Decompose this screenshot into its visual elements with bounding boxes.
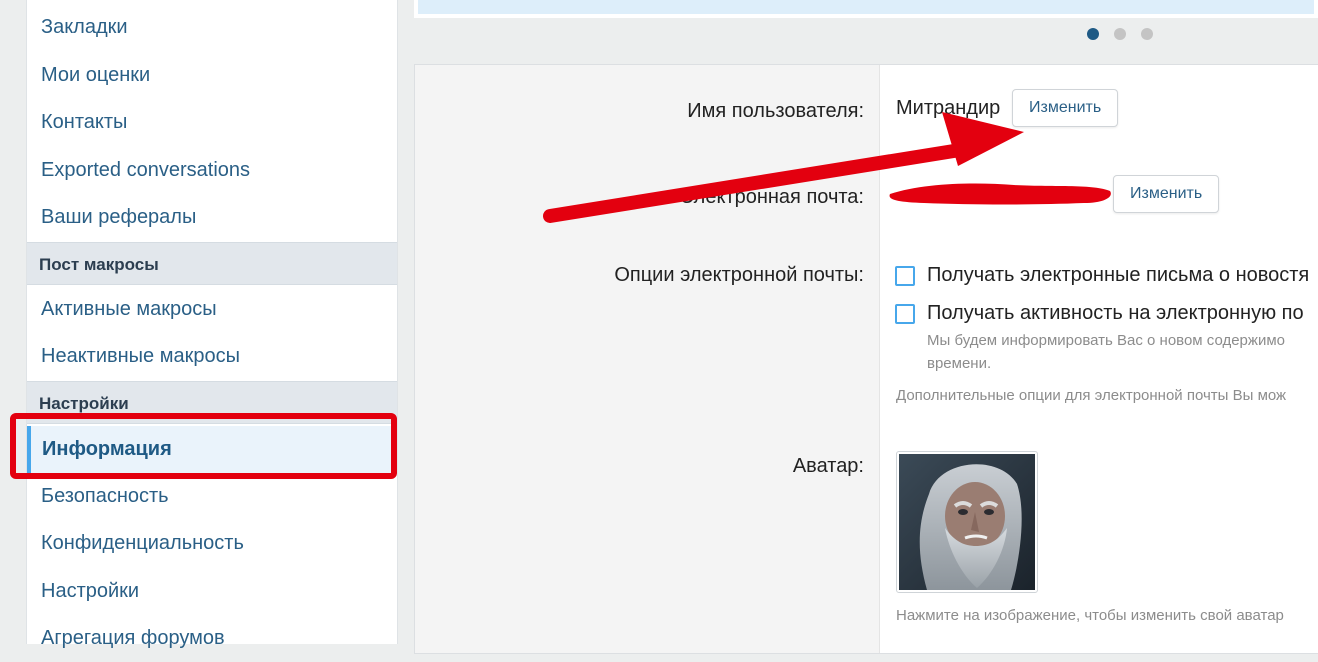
sidebar-item-my-ratings[interactable]: Мои оценки [27, 52, 397, 99]
activity-emails-hint-line1: Мы будем информировать Вас о новом содер… [927, 332, 1285, 349]
news-emails-label[interactable]: Получать электронные письма о новостя [927, 264, 1309, 287]
sidebar: Закладки Мои оценки Контакты Exported co… [26, 0, 398, 649]
account-details-panel [414, 64, 1318, 654]
carousel-dot-1[interactable] [1087, 28, 1099, 40]
username-value: Митрандир [896, 97, 1001, 119]
sidebar-item-contacts[interactable]: Контакты [27, 99, 397, 146]
form-label-column [415, 65, 880, 653]
carousel-dot-3[interactable] [1141, 28, 1153, 40]
change-email-button[interactable]: Изменить [1113, 175, 1220, 213]
username-label: Имя пользователя: [687, 100, 864, 122]
sidebar-item-exported-conversations[interactable]: Exported conversations [27, 147, 397, 194]
activity-emails-checkbox[interactable] [895, 304, 915, 324]
avatar-hint: Нажмите на изображение, чтобы изменить с… [896, 607, 1284, 624]
sidebar-item-forum-aggregation[interactable]: Агрегация форумов [27, 615, 397, 662]
carousel-dot-2[interactable] [1114, 28, 1126, 40]
sidebar-item-referrals[interactable]: Ваши рефералы [27, 194, 397, 241]
sidebar-item-privacy[interactable]: Конфиденциальность [27, 520, 397, 567]
activity-emails-label[interactable]: Получать активность на электронную по [927, 302, 1304, 325]
email-options-label: Опции электронной почты: [614, 264, 864, 286]
change-username-button[interactable]: Изменить [1012, 89, 1119, 127]
sidebar-item-active-macros[interactable]: Активные макросы [27, 286, 397, 333]
sidebar-item-information[interactable]: Информация [27, 426, 397, 473]
avatar-image [899, 454, 1035, 590]
email-options-extra-hint: Дополнительные опции для электронной поч… [896, 387, 1287, 404]
sidebar-item-bookmarks[interactable]: Закладки [27, 4, 397, 51]
carousel-slide [414, 0, 1318, 18]
sidebar-section-macros-header: Пост макросы [27, 242, 397, 285]
sidebar-section-settings-header: Настройки [27, 381, 397, 424]
activity-emails-hint-line2: времени. [927, 355, 992, 372]
avatar-label: Аватар: [792, 455, 864, 477]
news-emails-checkbox[interactable] [895, 266, 915, 286]
sidebar-item-preferences[interactable]: Настройки [27, 568, 397, 615]
sidebar-item-inactive-macros[interactable]: Неактивные макросы [27, 333, 397, 380]
sidebar-item-security[interactable]: Безопасность [27, 473, 397, 520]
avatar[interactable] [896, 451, 1038, 593]
email-label: Электронная почта: [679, 186, 864, 208]
